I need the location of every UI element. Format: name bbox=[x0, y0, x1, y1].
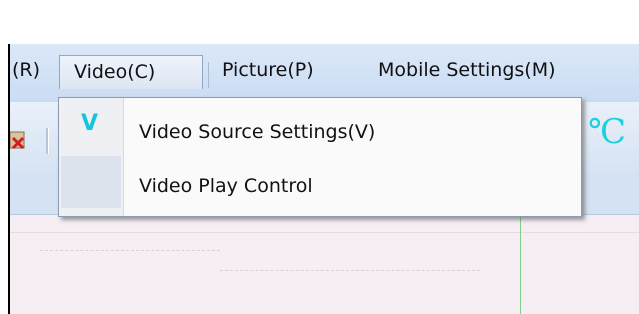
app-window: (R) Video(C) Picture(P) Mobile Settings(… bbox=[0, 0, 639, 314]
menu-separator bbox=[208, 62, 209, 88]
menu-item-video[interactable]: Video(C) bbox=[59, 55, 203, 89]
map-view[interactable] bbox=[10, 215, 639, 314]
toolbar-separator bbox=[46, 128, 49, 154]
delete-icon[interactable] bbox=[10, 130, 26, 150]
menu-item-video-play-control[interactable]: Video Play Control bbox=[139, 166, 313, 206]
menu-item-mobile-settings[interactable]: Mobile Settings(M) bbox=[372, 54, 562, 86]
map-road bbox=[220, 270, 480, 271]
map-road bbox=[40, 250, 220, 251]
check-v-icon: V bbox=[81, 111, 99, 136]
map-grid-line bbox=[10, 232, 639, 233]
menu-icon-cell bbox=[61, 156, 121, 208]
temperature-icon[interactable]: ℃ bbox=[588, 112, 626, 152]
menu-bar: (R) Video(C) Picture(P) Mobile Settings(… bbox=[10, 44, 639, 102]
menu-item-video-source-settings[interactable]: Video Source Settings(V) bbox=[139, 112, 375, 152]
video-dropdown-menu: V Video Source Settings(V) Video Play Co… bbox=[58, 97, 582, 217]
menu-item-r[interactable]: (R) bbox=[6, 54, 46, 86]
menu-item-picture[interactable]: Picture(P) bbox=[216, 54, 320, 86]
map-grid-line bbox=[520, 215, 521, 314]
menu-check-cell: V bbox=[61, 101, 121, 153]
